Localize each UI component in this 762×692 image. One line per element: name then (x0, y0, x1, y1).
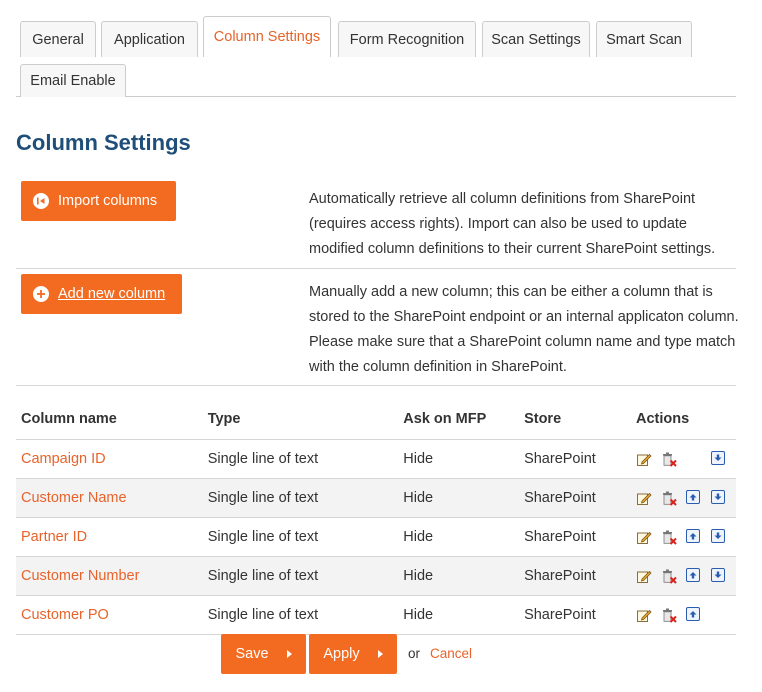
row-actions (630, 595, 736, 635)
settings-tabs: General Application Column Settings Form… (16, 16, 736, 97)
header-ask-on-mfp: Ask on MFP (398, 400, 520, 440)
column-store: SharePoint (519, 556, 631, 596)
column-name-link[interactable]: Customer Number (16, 556, 203, 596)
save-button[interactable]: Save (221, 634, 306, 674)
or-text: or (408, 646, 421, 661)
add-new-column-label: Add new column (58, 286, 166, 302)
section-divider (16, 385, 736, 386)
move-down-icon[interactable] (710, 489, 727, 506)
table-row: Customer Number Single line of text Hide… (16, 556, 736, 596)
tab-application[interactable]: Application (101, 21, 198, 57)
move-down-icon[interactable] (710, 528, 727, 545)
table-row: Customer PO Single line of text Hide Sha… (16, 595, 736, 635)
row-actions (630, 517, 736, 557)
column-ask: Hide (398, 478, 520, 518)
add-new-column-button[interactable]: Add new column (21, 274, 182, 314)
delete-icon[interactable] (661, 529, 677, 545)
move-up-icon[interactable] (685, 489, 702, 506)
edit-icon[interactable] (636, 568, 652, 584)
chevron-right-icon (286, 650, 292, 658)
move-down-icon[interactable] (710, 450, 727, 467)
edit-icon[interactable] (636, 451, 652, 467)
column-ask: Hide (398, 439, 520, 479)
column-type: Single line of text (202, 478, 399, 518)
columns-table: Column name Type Ask on MFP Store Action… (16, 400, 736, 635)
column-name-link[interactable]: Customer PO (16, 595, 203, 635)
move-up-icon[interactable] (685, 528, 702, 545)
import-icon (33, 193, 49, 209)
edit-icon[interactable] (636, 607, 652, 623)
table-row: Partner ID Single line of text Hide Shar… (16, 517, 736, 557)
edit-icon[interactable] (636, 490, 652, 506)
header-column-name: Column name (16, 400, 203, 440)
header-type: Type (202, 400, 399, 440)
column-store: SharePoint (519, 439, 631, 479)
move-down-icon[interactable] (710, 567, 727, 584)
import-columns-label: Import columns (58, 193, 158, 209)
tab-email-enable[interactable]: Email Enable (20, 64, 126, 97)
row-actions (630, 556, 736, 596)
column-store: SharePoint (519, 595, 631, 635)
delete-icon[interactable] (661, 607, 677, 623)
section-divider (16, 268, 736, 269)
header-actions: Actions (630, 400, 736, 440)
add-description: Manually add a new column; this can be e… (309, 284, 739, 375)
column-type: Single line of text (202, 595, 399, 635)
table-header-row: Column name Type Ask on MFP Store Action… (16, 400, 736, 440)
tab-scan-settings[interactable]: Scan Settings (482, 21, 590, 57)
tab-form-recognition[interactable]: Form Recognition (338, 21, 476, 57)
header-store: Store (519, 400, 631, 440)
column-type: Single line of text (202, 556, 399, 596)
import-columns-button[interactable]: Import columns (21, 181, 176, 221)
tab-general[interactable]: General (20, 21, 96, 57)
table-row: Campaign ID Single line of text Hide Sha… (16, 439, 736, 479)
column-type: Single line of text (202, 439, 399, 479)
delete-icon[interactable] (661, 568, 677, 584)
row-actions (630, 439, 736, 479)
column-store: SharePoint (519, 478, 631, 518)
tab-smart-scan[interactable]: Smart Scan (596, 21, 692, 57)
page-title: Column Settings (16, 130, 191, 155)
delete-icon[interactable] (661, 490, 677, 506)
edit-icon[interactable] (636, 529, 652, 545)
column-store: SharePoint (519, 517, 631, 557)
move-up-icon[interactable] (685, 606, 702, 623)
column-ask: Hide (398, 556, 520, 596)
apply-button[interactable]: Apply (309, 634, 397, 674)
column-name-link[interactable]: Customer Name (16, 478, 203, 518)
column-ask: Hide (398, 595, 520, 635)
apply-label: Apply (323, 646, 360, 662)
move-up-icon[interactable] (685, 567, 702, 584)
chevron-right-icon (377, 650, 383, 658)
import-description: Automatically retrieve all column defini… (309, 191, 716, 257)
column-name-link[interactable]: Campaign ID (16, 439, 203, 479)
plus-icon (33, 286, 49, 302)
table-row: Customer Name Single line of text Hide S… (16, 478, 736, 518)
row-actions (630, 478, 736, 518)
column-ask: Hide (398, 517, 520, 557)
save-label: Save (235, 646, 269, 662)
cancel-link[interactable]: Cancel (430, 646, 472, 661)
column-name-link[interactable]: Partner ID (16, 517, 203, 557)
tab-column-settings[interactable]: Column Settings (203, 16, 331, 57)
delete-icon[interactable] (661, 451, 677, 467)
column-type: Single line of text (202, 517, 399, 557)
